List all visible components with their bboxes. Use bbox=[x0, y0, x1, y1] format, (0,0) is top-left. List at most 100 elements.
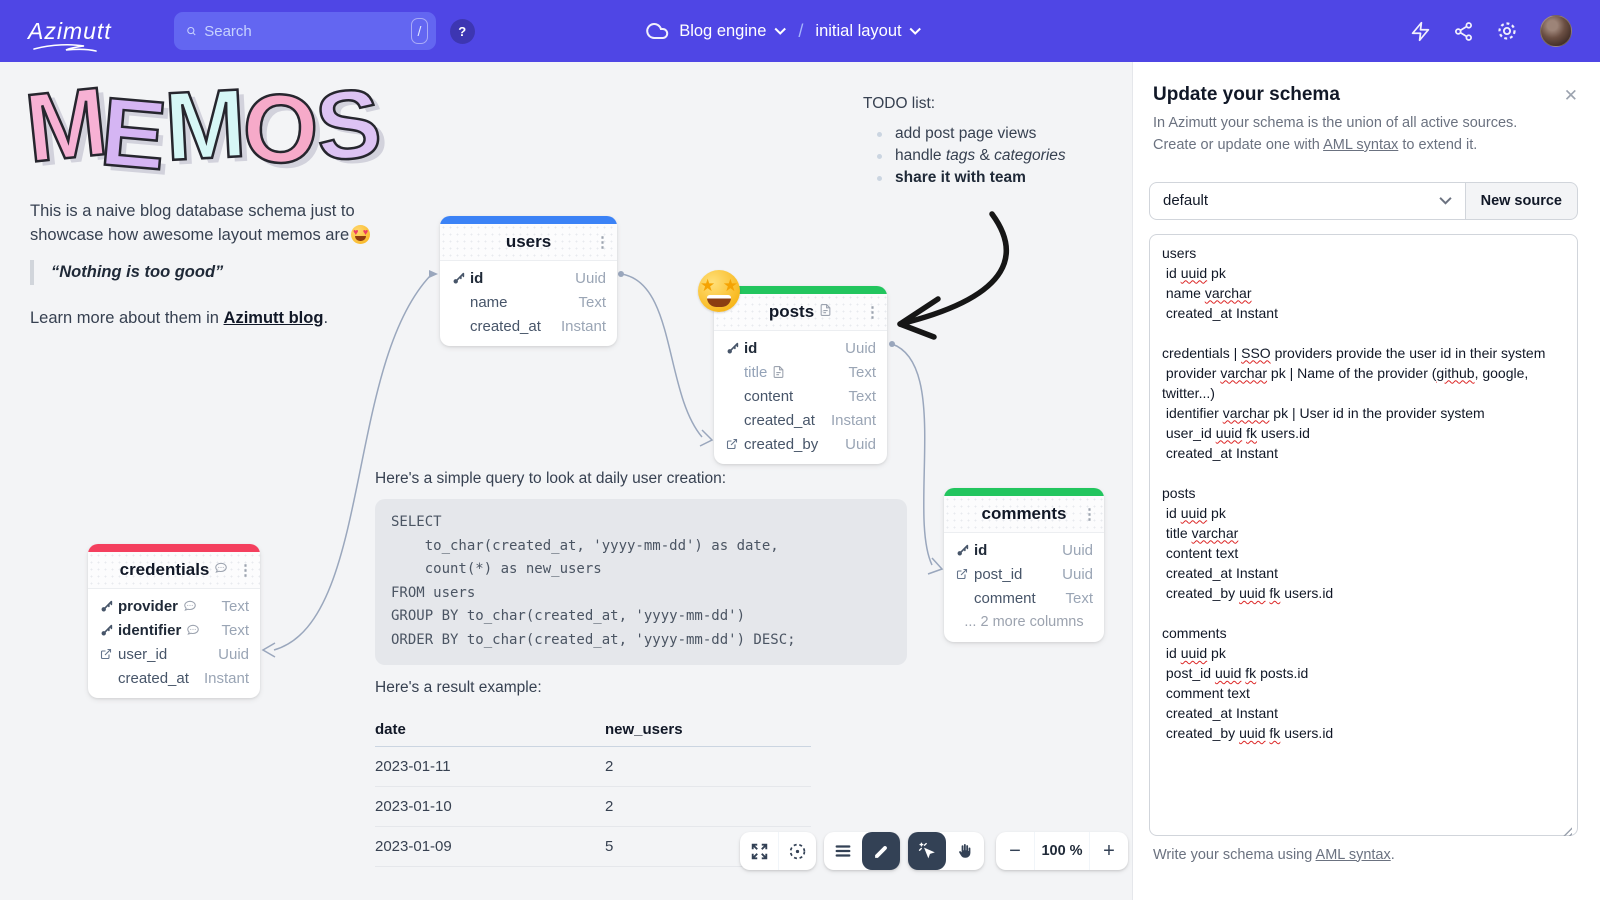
column-type: Instant bbox=[561, 318, 606, 335]
hand-drawn-arrow bbox=[900, 214, 1006, 337]
table-card-credentials[interactable]: credentials⋮providerTextidentifierTextus… bbox=[88, 544, 260, 698]
column-name: id bbox=[744, 340, 757, 357]
column-row[interactable]: contentText bbox=[714, 384, 887, 408]
search-bar[interactable]: / bbox=[174, 12, 436, 50]
more-columns[interactable]: ... 2 more columns bbox=[944, 610, 1104, 634]
new-source-button[interactable]: New source bbox=[1466, 182, 1578, 220]
draw-mode-button[interactable] bbox=[862, 832, 900, 870]
table-header[interactable]: comments ⋮ bbox=[944, 496, 1104, 533]
help-icon[interactable]: ? bbox=[450, 19, 475, 44]
source-select[interactable]: default bbox=[1149, 182, 1466, 220]
table-card-users[interactable]: users⋮idUuidnameTextcreated_atInstant bbox=[440, 216, 617, 346]
star-struck-emoji[interactable]: ★★ bbox=[698, 270, 740, 312]
query-memo[interactable]: Here's a simple query to look at daily u… bbox=[375, 470, 915, 867]
todo-item: share it with team bbox=[895, 167, 1066, 189]
table-name: comments bbox=[981, 504, 1066, 524]
todo-item: add post page views bbox=[895, 123, 1066, 145]
logo-swoosh-icon bbox=[32, 43, 98, 53]
share-icon[interactable] bbox=[1453, 21, 1474, 42]
center-view-button[interactable] bbox=[778, 832, 816, 870]
column-name: provider bbox=[118, 598, 178, 615]
search-shortcut-key: / bbox=[411, 18, 427, 44]
sql-code-block: SELECT to_char(created_at, 'yyyy-mm-dd')… bbox=[375, 499, 907, 665]
pan-mode-button[interactable] bbox=[946, 832, 984, 870]
column-type: Uuid bbox=[1062, 566, 1093, 583]
aml-syntax-link[interactable]: AML syntax bbox=[1323, 137, 1398, 153]
quote-memo[interactable]: “Nothing is too good” bbox=[30, 260, 223, 285]
azimutt-logo[interactable]: Azimutt bbox=[28, 18, 112, 45]
table-card-posts[interactable]: posts⋮idUuidtitleTextcontentTextcreated_… bbox=[714, 286, 887, 464]
settings-gear-icon[interactable] bbox=[1496, 20, 1518, 42]
result-header-cell: date bbox=[375, 721, 605, 738]
layout-selector[interactable]: initial layout bbox=[815, 22, 921, 41]
result-intro-text: Here's a result example: bbox=[375, 679, 915, 697]
intro-memo[interactable]: This is a naive blog database schema jus… bbox=[30, 200, 412, 248]
column-name: title bbox=[744, 364, 767, 381]
table-header[interactable]: users⋮ bbox=[440, 224, 617, 261]
table-columns: idUuidtitleTextcontentTextcreated_atInst… bbox=[714, 331, 887, 464]
table-columns: idUuidnameTextcreated_atInstant bbox=[440, 261, 617, 346]
navbar: Azimutt / ? Blog engine / initial layout bbox=[0, 0, 1600, 62]
column-row[interactable]: idUuid bbox=[440, 266, 617, 290]
aml-syntax-footer-link[interactable]: AML syntax bbox=[1316, 847, 1391, 863]
learn-more-memo[interactable]: Learn more about them in Azimutt blog. bbox=[30, 309, 328, 328]
update-schema-panel: Update your schema ✕ In Azimutt your sch… bbox=[1132, 62, 1600, 900]
column-type: Text bbox=[848, 364, 876, 381]
key-icon bbox=[99, 600, 113, 613]
column-row[interactable]: post_idUuid bbox=[944, 562, 1104, 586]
column-row[interactable]: idUuid bbox=[944, 538, 1104, 562]
result-cell: 5 bbox=[605, 838, 613, 855]
column-row[interactable]: commentText bbox=[944, 586, 1104, 610]
zoom-level[interactable]: 100 % bbox=[1034, 832, 1090, 870]
zoom-out-button[interactable]: − bbox=[996, 832, 1034, 870]
column-row[interactable]: identifierText bbox=[88, 618, 260, 642]
fk-icon bbox=[99, 648, 113, 660]
memo-title[interactable]: MEMOS bbox=[26, 76, 380, 173]
table-card-comments[interactable]: comments ⋮ idUuidpost_idUuidcommentText...… bbox=[944, 488, 1104, 642]
column-type: Instant bbox=[831, 412, 876, 429]
diagram-canvas[interactable]: MEMOS This is a naive blog database sche… bbox=[0, 62, 1132, 900]
table-menu-icon[interactable]: ⋮ bbox=[595, 233, 610, 251]
search-input[interactable] bbox=[204, 23, 403, 40]
column-row[interactable]: idUuid bbox=[714, 336, 887, 360]
column-name: id bbox=[470, 270, 483, 287]
table-header[interactable]: credentials⋮ bbox=[88, 552, 260, 589]
todo-memo[interactable]: TODO list: add post page viewshandle tag… bbox=[863, 95, 1066, 189]
close-icon[interactable]: ✕ bbox=[1564, 86, 1578, 106]
key-icon bbox=[725, 342, 739, 355]
azimutt-blog-link[interactable]: Azimutt blog bbox=[224, 309, 324, 327]
zoom-in-button[interactable]: + bbox=[1090, 832, 1128, 870]
column-row[interactable]: created_atInstant bbox=[440, 314, 617, 338]
panel-title: Update your schema bbox=[1149, 84, 1578, 106]
table-columns: providerTextidentifierTextuser_idUuidcre… bbox=[88, 589, 260, 698]
memo-title-letter: E bbox=[97, 82, 170, 184]
column-row[interactable]: user_idUuid bbox=[88, 642, 260, 666]
result-cell: 2023-01-11 bbox=[375, 758, 605, 775]
project-selector[interactable]: Blog engine bbox=[679, 22, 786, 41]
column-row[interactable]: created_atInstant bbox=[714, 408, 887, 432]
list-mode-button[interactable] bbox=[824, 832, 862, 870]
column-row[interactable]: nameText bbox=[440, 290, 617, 314]
column-row[interactable]: providerText bbox=[88, 594, 260, 618]
table-menu-icon[interactable]: ⋮ bbox=[865, 303, 880, 321]
table-accent-bar bbox=[440, 216, 617, 224]
fit-to-screen-button[interactable] bbox=[740, 832, 778, 870]
fk-icon bbox=[725, 438, 739, 450]
panel-footer: Write your schema using AML syntax. bbox=[1149, 847, 1578, 863]
table-header[interactable]: posts⋮ bbox=[714, 294, 887, 331]
quick-actions-icon[interactable] bbox=[1410, 21, 1431, 42]
table-menu-icon[interactable]: ⋮ bbox=[1082, 505, 1097, 523]
schema-editor[interactable]: users id uuid pk name varchar created_at… bbox=[1149, 234, 1578, 836]
select-mode-button[interactable] bbox=[908, 832, 946, 870]
column-row[interactable]: title Text bbox=[714, 360, 887, 384]
table-menu-icon[interactable]: ⋮ bbox=[238, 561, 253, 579]
todo-title: TODO list: bbox=[863, 95, 1066, 113]
intro-text: This is a naive blog database schema jus… bbox=[30, 202, 355, 244]
doc-icon bbox=[772, 365, 785, 379]
user-avatar[interactable] bbox=[1540, 15, 1572, 47]
source-select-value: default bbox=[1163, 192, 1208, 209]
column-row[interactable]: created_atInstant bbox=[88, 666, 260, 690]
column-type: Text bbox=[848, 388, 876, 405]
query-intro-text: Here's a simple query to look at daily u… bbox=[375, 470, 915, 488]
column-row[interactable]: created_byUuid bbox=[714, 432, 887, 456]
